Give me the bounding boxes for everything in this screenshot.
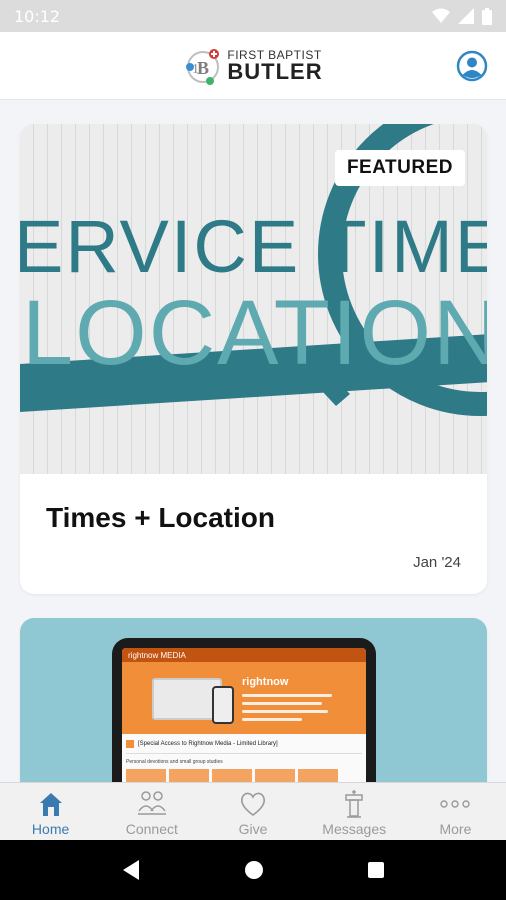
status-bar: 10:12: [0, 0, 506, 32]
card-date: Jan '24: [413, 554, 461, 571]
screen-access-text: [Special Access to Rightnow Media - Limi…: [138, 741, 278, 747]
nav-more[interactable]: More: [405, 783, 506, 840]
screen-sub-text: Personal devotions and small group studi…: [126, 759, 223, 765]
nav-home-label: Home: [31, 821, 70, 837]
screen-banner: rightnow: [122, 662, 366, 734]
nav-home[interactable]: Home: [0, 783, 101, 840]
image-line-1: ERVICE TIME: [20, 205, 487, 288]
church-logo-mark-icon: B 1: [186, 48, 220, 85]
featured-card[interactable]: ERVICE TIME LOCATION FEATURED Times + Lo…: [20, 124, 487, 594]
screen-thumbnails: [122, 767, 366, 782]
people-icon: [137, 791, 166, 815]
card-title: Times + Location: [46, 502, 275, 533]
bottom-nav: Home Connect Give Messages More: [0, 782, 506, 840]
screen-topbar: rightnow MEDIA: [122, 648, 366, 662]
home-circle-icon[interactable]: [244, 860, 264, 880]
home-icon: [39, 793, 62, 816]
android-nav-bar: [0, 840, 506, 900]
content-feed[interactable]: ERVICE TIME LOCATION FEATURED Times + Lo…: [0, 100, 506, 782]
nav-connect[interactable]: Connect: [101, 783, 202, 840]
nav-messages[interactable]: Messages: [304, 783, 405, 840]
featured-badge: FEATURED: [334, 150, 465, 186]
church-logo[interactable]: B 1 FIRST BAPTIST BUTLER: [183, 46, 322, 86]
recents-icon[interactable]: [367, 861, 385, 879]
nav-give-label: Give: [238, 821, 268, 837]
status-time: 10:12: [14, 6, 61, 26]
nav-give[interactable]: Give: [202, 783, 303, 840]
more-dots-icon: [440, 800, 471, 808]
rightnow-logo-icon: [126, 740, 134, 748]
signal-icon: [458, 8, 474, 24]
rightnow-media-card[interactable]: rightnow MEDIA rightnow [Special Access …: [20, 618, 487, 782]
back-icon[interactable]: [121, 859, 141, 881]
status-icons: [432, 7, 492, 25]
phone-graphic: [212, 686, 234, 724]
nav-more-label: More: [439, 821, 472, 837]
pulpit-icon: [345, 790, 363, 818]
screen-access-row: [Special Access to Rightnow Media - Limi…: [122, 734, 366, 750]
battery-icon: [482, 7, 492, 25]
app-header: B 1 FIRST BAPTIST BUTLER: [0, 32, 506, 100]
profile-icon[interactable]: [456, 50, 488, 82]
nav-messages-label: Messages: [322, 821, 387, 837]
heart-icon: [240, 792, 266, 816]
featured-card-image: ERVICE TIME LOCATION FEATURED: [20, 124, 487, 474]
image-line-2: LOCATION: [22, 282, 487, 384]
nav-connect-label: Connect: [125, 821, 178, 837]
wifi-icon: [432, 8, 450, 23]
tablet-screen: rightnow MEDIA rightnow [Special Access …: [122, 648, 366, 782]
screen-brand: rightnow: [242, 676, 289, 688]
logo-bottom-text: BUTLER: [227, 58, 323, 84]
